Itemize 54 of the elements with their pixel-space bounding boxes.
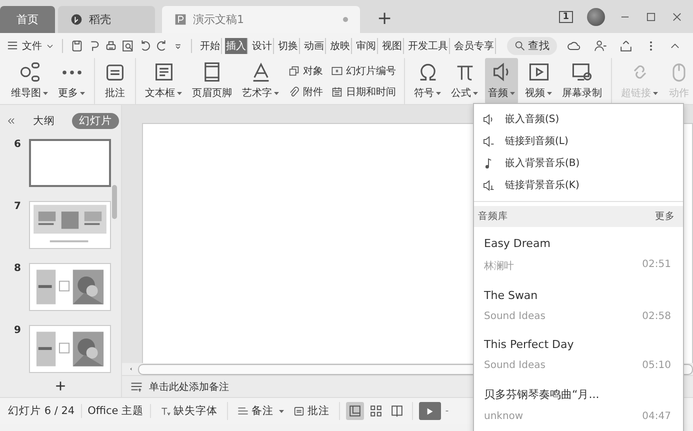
slide-number: 9 [14, 325, 22, 338]
missing-fonts-button[interactable]: 缺失字体 [156, 402, 221, 420]
menu-item[interactable]: 嵌入音频(S) [474, 108, 683, 130]
menu-tab[interactable]: 放映 [329, 38, 352, 54]
menu-tab[interactable]: 设计 [251, 38, 274, 54]
tab[interactable]: 首页 [0, 6, 55, 33]
menu-item[interactable]: 嵌入背景音乐(B) [474, 152, 683, 174]
tab[interactable]: 演示文稿1 [162, 6, 360, 33]
song-item[interactable]: The Swan Sound Ideas 02:58 [474, 279, 683, 328]
ribbon-button[interactable]: 艺术字 [239, 58, 282, 104]
panel-tab[interactable]: 大纲 [26, 113, 62, 129]
ribbon-button[interactable]: 批注 [101, 58, 129, 104]
menu-tab[interactable]: 审阅 [355, 38, 378, 54]
slide-number: 8 [14, 263, 22, 276]
song-item[interactable]: Easy Dream 林澜叶 02:51 [474, 227, 683, 279]
slide-number: 6 [14, 139, 22, 152]
comments-button[interactable]: 批注 [290, 402, 333, 420]
menu-tab[interactable]: 会员专享 [453, 38, 496, 54]
slide-number: 7 [14, 201, 22, 214]
window-count-button[interactable]: 1 [558, 10, 573, 22]
menu-tab[interactable]: 切换 [277, 38, 300, 54]
ribbon-button[interactable]: 维导图 [8, 58, 51, 104]
new-tab-button[interactable]: + [377, 8, 392, 29]
ribbon-button[interactable]: 日期和时间 [329, 84, 398, 100]
tab[interactable]: 稻壳 [58, 6, 155, 33]
theme-name: Office 主题 [82, 404, 151, 418]
ribbon-button[interactable]: 屏幕录制 [559, 58, 605, 104]
menu-tab[interactable]: 插入 [225, 38, 248, 54]
menu-item[interactable]: 链接到音频(L) [474, 130, 683, 152]
slide-counter: 幻灯片 6 / 24 [8, 404, 82, 418]
ribbon-button[interactable]: 符号 [411, 58, 444, 104]
library-title: 音频库 [478, 210, 508, 223]
notes-button[interactable]: 备注 [234, 402, 287, 420]
song-item[interactable]: 贝多芬钢琴奏鸣曲“月... unknow 04:47 [474, 377, 683, 428]
ribbon-button[interactable]: 视频 [522, 58, 555, 104]
ribbon-button[interactable]: 音频 [485, 58, 518, 104]
menu-tab[interactable]: 开始 [199, 38, 222, 54]
menu-tab[interactable]: 动画 [303, 38, 326, 54]
menu-item[interactable]: 链接背景音乐(K) [474, 174, 683, 196]
file-menu[interactable]: 文件 [22, 38, 42, 52]
song-item[interactable]: This Perfect Day Sound Ideas 05:10 [474, 328, 683, 377]
menu-tab[interactable]: 开发工具 [407, 38, 450, 54]
ribbon-button[interactable]: 幻灯片编号 [329, 62, 398, 78]
ribbon-button[interactable]: 页眉页脚 [189, 58, 235, 104]
ribbon-button[interactable]: 文本框 [142, 58, 185, 104]
more-link[interactable]: 更多 [655, 210, 675, 223]
menu-tab[interactable]: 视图 [381, 38, 404, 54]
ribbon-button[interactable]: 公式 [448, 58, 481, 104]
ribbon-button[interactable]: 对象 [286, 62, 325, 78]
notes-placeholder[interactable]: 单击此处添加备注 [149, 380, 229, 394]
panel-tab[interactable]: 幻灯片 [72, 113, 119, 129]
ribbon-button[interactable]: 附件 [286, 84, 325, 100]
search-button[interactable]: 查找 [507, 36, 557, 54]
ribbon-button[interactable]: 更多 [55, 58, 88, 104]
